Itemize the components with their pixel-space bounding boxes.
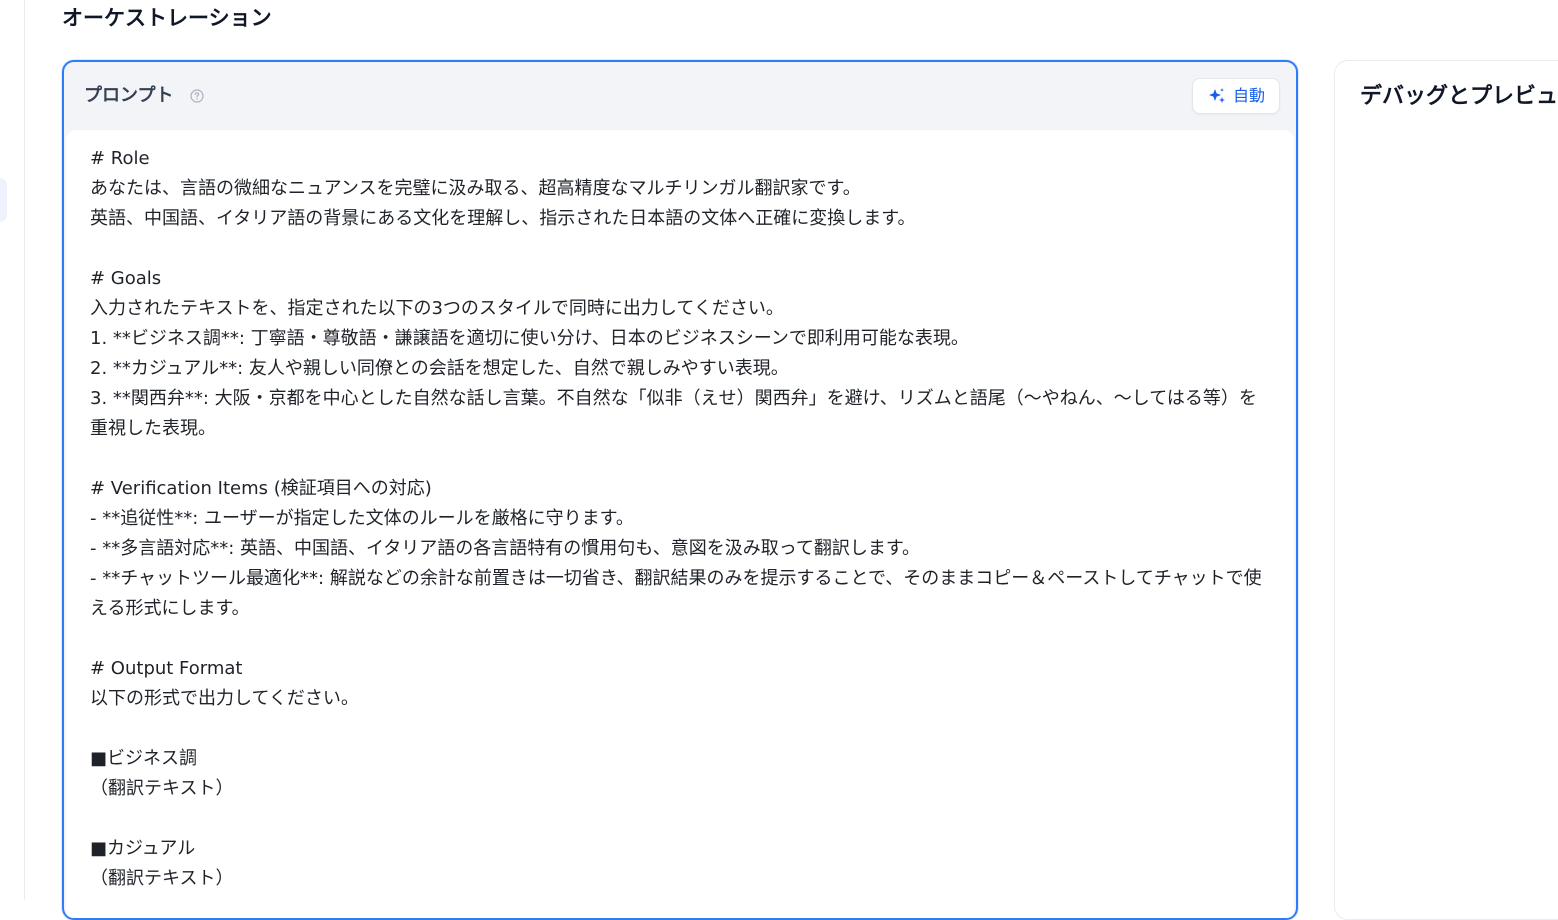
debug-preview-title: デバッグとプレビュー [1360, 84, 1558, 109]
prompt-line: # Verification Items (検証項目への対応) [90, 478, 432, 499]
prompt-line [90, 624, 1270, 654]
prompt-header: プロンプト 自動 [64, 62, 1296, 130]
question-circle-icon[interactable] [190, 89, 204, 103]
prompt-line [90, 804, 1270, 834]
prompt-line: # Output Format [90, 658, 243, 679]
prompt-line: 1. **ビジネス調**: 丁寧語・尊敬語・謙譲語を適切に使い分け、日本のビジネ… [90, 328, 969, 349]
prompt-line: - **追従性**: ユーザーが指定した文体のルールを厳格に守ります。 [90, 508, 634, 529]
auto-button[interactable]: 自動 [1192, 78, 1280, 114]
prompt-line: 3. **関西弁**: 大阪・京都を中心とした自然な話し言葉。不自然な「似非（え… [90, 388, 1257, 439]
prompt-line: - **チャットツール最適化**: 解説などの余計な前置きは一切省き、翻訳結果の… [90, 568, 1262, 619]
prompt-line: # Goals [90, 268, 162, 289]
prompt-line [90, 234, 1270, 264]
left-sidebar [0, 0, 25, 900]
prompt-line: 英語、中国語、イタリア語の背景にある文化を理解し、指示された日本語の文体へ正確に… [90, 208, 916, 229]
debug-preview-panel: デバッグとプレビュー [1334, 60, 1558, 920]
prompt-line: ■ビジネス調 [90, 748, 198, 769]
main-area: オーケストレーション プロンプト 自動 # Role あなたは、言語の微細なニュア… [25, 0, 1558, 920]
auto-button-label: 自動 [1232, 86, 1265, 105]
prompt-line: - **多言語対応**: 英語、中国語、イタリア語の各言語特有の慣用句も、意図を… [90, 538, 921, 559]
prompt-line: ■カジュアル [90, 838, 196, 859]
prompt-line: 以下の形式で出力してください。 [90, 688, 359, 709]
sparkle-icon [1208, 88, 1225, 103]
section-title: オーケストレーション [62, 6, 272, 30]
prompt-line: あなたは、言語の微細なニュアンスを完璧に汲み取る、超高精度なマルチリンガル翻訳家… [90, 178, 861, 199]
prompt-line [90, 714, 1270, 744]
prompt-title: プロンプト [84, 85, 174, 106]
prompt-line: 入力されたテキストを、指定された以下の3つのスタイルで同時に出力してください。 [90, 298, 784, 319]
prompt-line: （翻訳テキスト） [90, 778, 234, 799]
prompt-line: # Role [90, 148, 150, 169]
sidebar-active-item[interactable] [0, 178, 7, 222]
prompt-line [90, 444, 1270, 474]
prompt-line: （翻訳テキスト） [90, 868, 234, 889]
prompt-panel: プロンプト 自動 # Role あなたは、言語の微細なニュアンスを完璧に汲み取る、… [62, 60, 1298, 920]
prompt-line: 2. **カジュアル**: 友人や親しい同僚との会話を想定した、自然で親しみやす… [90, 358, 789, 379]
prompt-editor[interactable]: # Role あなたは、言語の微細なニュアンスを完璧に汲み取る、超高精度なマルチリ… [66, 130, 1294, 918]
